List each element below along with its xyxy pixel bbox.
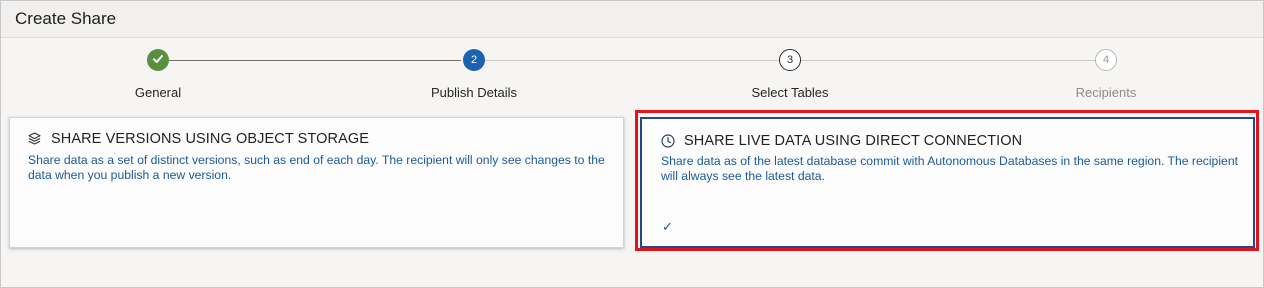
page-title: Create Share [15, 9, 117, 28]
option-title: SHARE LIVE DATA USING DIRECT CONNECTION [684, 133, 1023, 149]
checkmark-icon [152, 53, 164, 68]
step-number: 4 [1102, 54, 1110, 66]
step-number: 2 [470, 54, 478, 66]
step-connector-3 [801, 60, 1095, 61]
clock-icon [661, 134, 675, 153]
option-description: Share data as a set of distinct versions… [28, 153, 605, 182]
option-description: Share data as of the latest database com… [661, 154, 1238, 183]
step-publish-details-label[interactable]: Publish Details [431, 85, 517, 100]
step-publish-details-circle[interactable]: 2 [463, 49, 485, 71]
option-card-direct-connection[interactable]: SHARE LIVE DATA USING DIRECT CONNECTION … [640, 117, 1255, 248]
layers-icon [28, 132, 41, 150]
selected-check-icon: ✓ [662, 219, 673, 234]
option-title: SHARE VERSIONS USING OBJECT STORAGE [51, 131, 370, 147]
step-recipients-circle[interactable]: 4 [1095, 49, 1117, 71]
step-general-label[interactable]: General [135, 85, 181, 100]
step-number: 3 [786, 54, 794, 66]
step-connector-1 [169, 60, 461, 61]
step-train: 2 3 4 General Publish Details Select Tab… [1, 38, 1263, 104]
step-select-tables-circle[interactable]: 3 [779, 49, 801, 71]
step-general-circle[interactable] [147, 49, 169, 71]
step-recipients-label[interactable]: Recipients [1076, 85, 1137, 100]
step-connector-2 [485, 60, 779, 61]
step-select-tables-label[interactable]: Select Tables [751, 85, 828, 100]
option-card-object-storage[interactable]: SHARE VERSIONS USING OBJECT STORAGE Shar… [9, 117, 624, 248]
dialog-header: Create Share [1, 1, 1263, 38]
